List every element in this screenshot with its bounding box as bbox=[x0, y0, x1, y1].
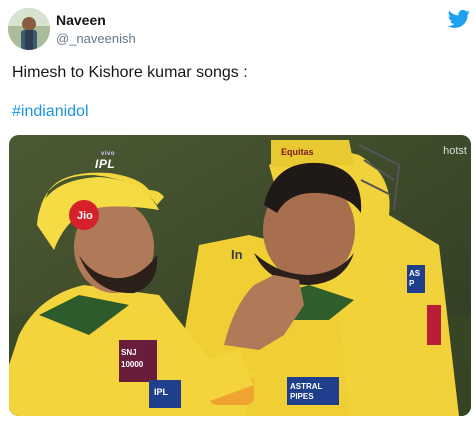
avatar-image bbox=[8, 8, 50, 50]
astral-pipes-patch: ASTRAL PIPES bbox=[290, 382, 323, 401]
tweet-text: Himesh to Kishore kumar songs : bbox=[12, 64, 248, 81]
twitter-bird-icon[interactable] bbox=[448, 9, 470, 29]
snj-patch: SNJ 10000 bbox=[121, 348, 144, 369]
ipl-logo: vivo IPL bbox=[95, 151, 115, 171]
as-patch: AS P bbox=[409, 269, 421, 288]
hotstar-watermark: hotst bbox=[443, 145, 467, 157]
ipl-logo-text: IPL bbox=[95, 157, 116, 171]
jio-logo: Jio bbox=[77, 210, 93, 222]
user-handle[interactable]: @_naveenish bbox=[56, 31, 136, 46]
ipl-sleeve-logo: IPL bbox=[154, 387, 169, 397]
avatar[interactable] bbox=[8, 8, 50, 50]
tweet-media-image[interactable]: vivo IPL hotst Jio Equitas SNJ 10000 AST… bbox=[9, 135, 471, 416]
display-name[interactable]: Naveen bbox=[56, 12, 106, 28]
hashtag-link[interactable]: #indianidol bbox=[12, 103, 89, 121]
equitas-logo: Equitas bbox=[281, 147, 314, 157]
tweet-card: Naveen @_naveenish Himesh to Kishore kum… bbox=[0, 0, 476, 423]
side-text: In bbox=[231, 247, 243, 262]
cricket-players-photo bbox=[9, 135, 471, 416]
